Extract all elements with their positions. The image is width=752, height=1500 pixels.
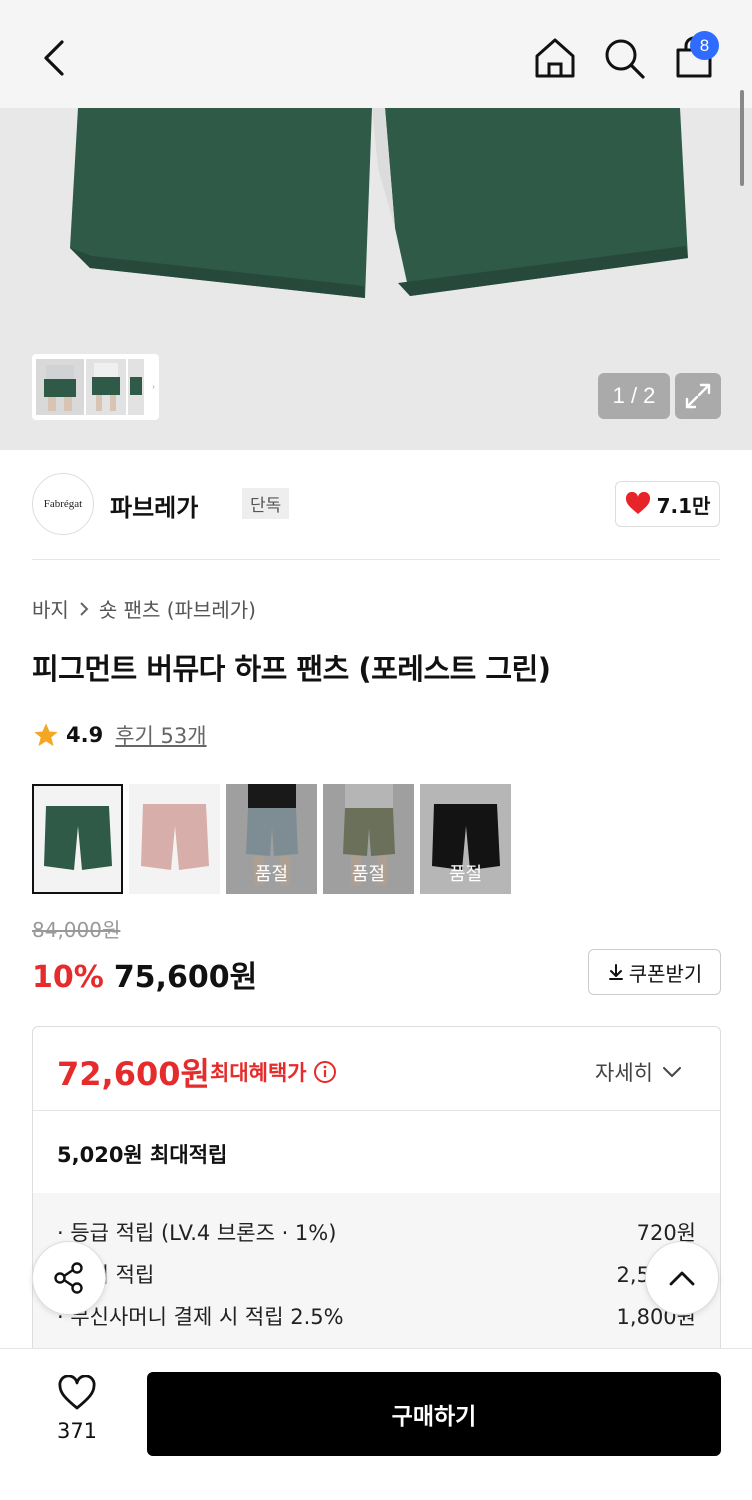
color-option-light-blue[interactable]: 품절: [226, 784, 317, 894]
breadcrumb: 바지 숏 팬츠 (파브레가): [32, 594, 256, 623]
points-row-label: · 무신사머니 결제 시 적립 2.5%: [57, 1305, 344, 1329]
benefit-header[interactable]: 72,600원 최대혜택가 자세히: [33, 1027, 720, 1111]
sale-price: 75,600원: [113, 960, 258, 995]
points-row: · 후기 적립 2,500원: [57, 1259, 696, 1301]
chevron-up-icon: [669, 1271, 695, 1286]
max-points: 5,020원 최대적립: [57, 1143, 228, 1167]
max-benefit-label: 최대혜택가: [210, 1057, 337, 1087]
chevron-right-icon[interactable]: [152, 375, 155, 399]
breadcrumb-chevron-icon: [80, 601, 89, 616]
points-row: · 무신사머니 결제 시 적립 2.5% 1,800원: [57, 1301, 696, 1343]
info-icon[interactable]: [313, 1060, 337, 1084]
points-row: · 등급 적립 (LV.4 브론즈 · 1%) 720원: [57, 1217, 696, 1259]
exclusive-badge: 단독: [242, 488, 290, 519]
color-option-olive[interactable]: 품절: [323, 784, 414, 894]
detail-toggle[interactable]: 자세히: [595, 1057, 683, 1087]
detail-label: 자세히: [595, 1061, 653, 1085]
points-row-label: · 등급 적립 (LV.4 브론즈 · 1%): [57, 1221, 337, 1245]
download-icon: [608, 964, 623, 980]
sold-out-label: 품절: [448, 864, 483, 885]
thumbnail-1[interactable]: [36, 359, 84, 415]
coupon-button[interactable]: 쿠폰받기: [588, 949, 721, 995]
color-option-pink[interactable]: [129, 784, 220, 894]
color-options: 품절 품절 품절: [32, 784, 511, 894]
review-link[interactable]: 후기 53개: [115, 720, 206, 750]
scrollbar[interactable]: [740, 90, 744, 186]
thumbnail-3[interactable]: [128, 359, 144, 415]
chevron-down-icon: [662, 1067, 681, 1077]
max-benefit-price: 72,600원: [57, 1055, 210, 1093]
max-points-row: 5,020원 최대적립: [33, 1111, 720, 1193]
bottom-bar: 371 구매하기: [0, 1348, 752, 1500]
rating-score: 4.9: [66, 723, 104, 747]
home-icon[interactable]: [530, 34, 580, 82]
heart-filled-icon: [625, 492, 650, 514]
brand-logo[interactable]: Fabrégat: [32, 473, 94, 535]
back-icon[interactable]: [36, 36, 76, 80]
sold-out-label: 품절: [351, 864, 386, 885]
share-button[interactable]: [32, 1241, 106, 1315]
sold-out-label: 품절: [254, 864, 289, 885]
color-option-forest-green[interactable]: [32, 784, 123, 894]
cart-count-badge: 8: [690, 31, 719, 60]
image-pager: 1 / 2: [598, 373, 670, 419]
top-bar: 8: [0, 0, 752, 108]
benefit-box: 72,600원 최대혜택가 자세히 5,020원 최대적립 · 등급 적립 (L…: [32, 1026, 721, 1356]
original-price: 84,000원: [32, 918, 121, 942]
scroll-top-button[interactable]: [645, 1241, 719, 1315]
star-icon: [34, 723, 58, 747]
breadcrumb-category[interactable]: 바지: [32, 594, 69, 623]
wishlist-count: 371: [56, 1419, 98, 1443]
share-icon: [54, 1262, 83, 1294]
buy-button[interactable]: 구매하기: [147, 1372, 721, 1456]
thumbnail-2[interactable]: [86, 359, 126, 415]
coupon-label: 쿠폰받기: [628, 961, 703, 986]
search-icon[interactable]: [600, 34, 650, 82]
sale-price-row: 10% 75,600원: [32, 952, 257, 996]
brand-row: Fabrégat 파브레가 단독 7.1만: [32, 450, 720, 560]
brand-like-count: 7.1만: [656, 493, 711, 518]
heart-outline-icon: [58, 1374, 96, 1410]
wishlist-button[interactable]: 371: [40, 1374, 114, 1443]
brand-like-button[interactable]: 7.1만: [615, 481, 720, 527]
product-title: 피그먼트 버뮤다 하프 팬츠 (포레스트 그린): [32, 652, 551, 686]
max-benefit-label-text: 최대혜택가: [210, 1061, 307, 1085]
brand-name[interactable]: 파브레가: [110, 488, 198, 523]
breadcrumb-subcategory[interactable]: 숏 팬츠 (파브레가): [99, 594, 256, 623]
points-breakdown: · 등급 적립 (LV.4 브론즈 · 1%) 720원 · 후기 적립 2,5…: [33, 1193, 720, 1355]
thumbnail-strip[interactable]: [32, 354, 159, 420]
color-option-black[interactable]: 품절: [420, 784, 511, 894]
discount-rate: 10%: [32, 960, 104, 995]
brand-logo-text: Fabrégat: [43, 498, 83, 510]
expand-icon[interactable]: [675, 373, 721, 419]
rating-row: 4.9 후기 53개: [32, 720, 207, 750]
